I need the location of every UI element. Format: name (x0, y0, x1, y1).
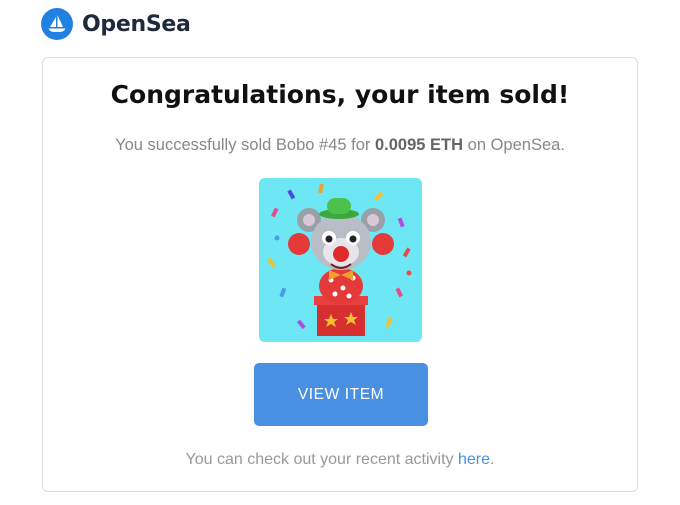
header: OpenSea (41, 7, 191, 41)
sale-message-prefix: You successfully sold Bobo #45 for (115, 136, 371, 154)
opensea-logo-icon[interactable] (41, 8, 73, 40)
footer-prefix: You can check out your recent activity (185, 451, 454, 468)
footer-message: You can check out your recent activity h… (43, 451, 637, 469)
activity-link[interactable]: here (458, 451, 490, 468)
brand-name[interactable]: OpenSea (82, 12, 191, 37)
sale-message: You successfully sold Bobo #45 for 0.009… (43, 136, 637, 155)
footer-suffix: . (490, 451, 495, 468)
nft-image[interactable] (259, 178, 422, 342)
sale-message-suffix: on OpenSea. (467, 136, 565, 154)
page-title: Congratulations, your item sold! (110, 80, 570, 109)
view-item-button[interactable]: VIEW ITEM (254, 363, 428, 426)
sale-price: 0.0095 ETH (375, 136, 464, 154)
notification-card: Congratulations, your item sold! You suc… (42, 57, 638, 492)
